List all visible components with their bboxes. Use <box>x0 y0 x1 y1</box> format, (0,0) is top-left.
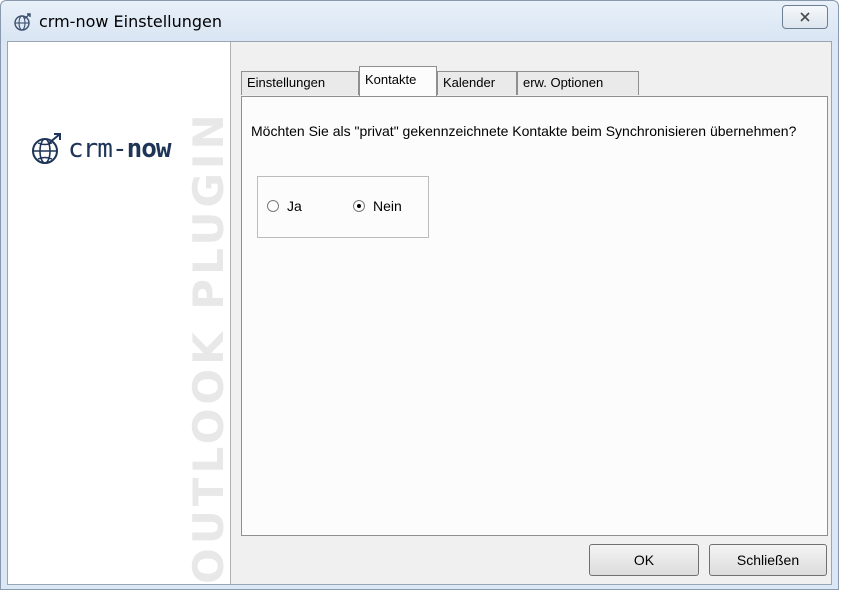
radio-checked-icon[interactable] <box>353 200 365 212</box>
crm-now-logo: crm-now <box>30 132 172 166</box>
close-icon <box>800 12 810 22</box>
settings-window: crm-now Einstellungen OUTLOOK PLUGIN crm… <box>0 0 839 590</box>
tab-einstellungen[interactable]: Einstellungen <box>241 71 359 95</box>
radio-ja[interactable]: Ja <box>267 198 302 214</box>
radio-unchecked-icon[interactable] <box>267 200 279 212</box>
radio-ja-label: Ja <box>287 198 302 214</box>
ok-button[interactable]: OK <box>589 544 699 576</box>
logo-text: crm-now <box>68 134 172 164</box>
title-bar: crm-now Einstellungen <box>1 1 838 41</box>
privacy-question: Möchten Sie als "privat" gekennzeichnete… <box>251 123 797 139</box>
radio-nein-label: Nein <box>373 198 402 214</box>
tab-kontakte[interactable]: Kontakte <box>359 66 437 96</box>
dialog-client-area: OUTLOOK PLUGIN crm-now Einstellungen Kon… <box>7 41 832 585</box>
tab-panel-kontakte: Möchten Sie als "privat" gekennzeichnete… <box>241 96 828 536</box>
tab-kalender[interactable]: Kalender <box>437 71 517 95</box>
watermark-text: OUTLOOK PLUGIN <box>184 110 231 584</box>
window-title: crm-now Einstellungen <box>39 12 223 31</box>
radio-nein[interactable]: Nein <box>353 198 402 214</box>
globe-icon <box>14 13 31 31</box>
close-button[interactable] <box>782 5 828 29</box>
sidebar-branding: OUTLOOK PLUGIN crm-now <box>8 42 231 584</box>
schliessen-button[interactable]: Schließen <box>709 544 827 576</box>
sync-private-radio-group: Ja Nein <box>257 176 429 238</box>
tab-erw-optionen[interactable]: erw. Optionen <box>517 71 639 95</box>
globe-logo-icon <box>32 133 61 164</box>
